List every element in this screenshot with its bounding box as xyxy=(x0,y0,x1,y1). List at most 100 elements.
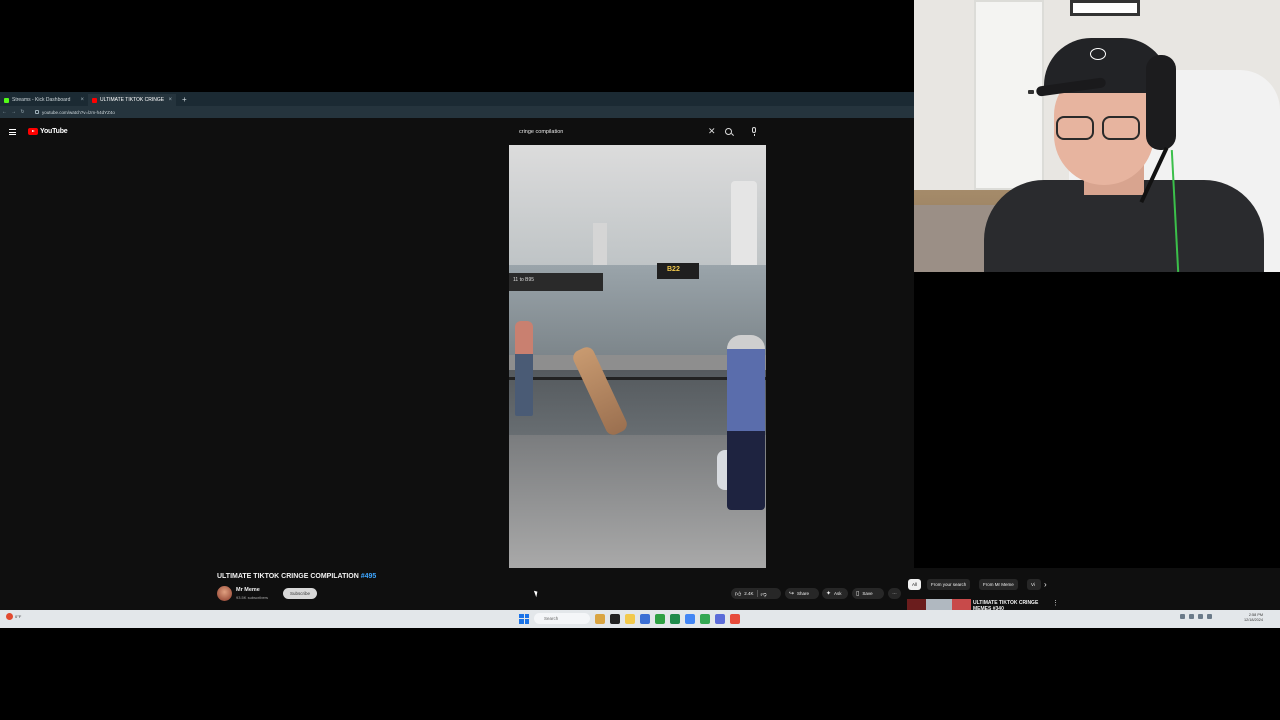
url-text: youtube.com/watch?v=lzm-h4dYZ4o xyxy=(42,109,115,115)
video-player[interactable]: 11 to B95 B22 xyxy=(509,145,766,568)
video-title-text: ULTIMATE TIKTOK CRINGE COMPILATION xyxy=(217,573,361,580)
webcam-door-knob xyxy=(1028,90,1034,94)
youtube-header: YouTube ✕ xyxy=(0,118,914,146)
clear-search-icon[interactable]: ✕ xyxy=(708,126,716,137)
video-frame-pillar xyxy=(731,181,757,271)
save-button[interactable]: ▯ Save xyxy=(852,588,884,599)
taskbar-search[interactable]: Search xyxy=(534,613,590,624)
menu-icon[interactable] xyxy=(9,129,16,135)
webcam-door xyxy=(974,0,1044,190)
ask-button[interactable]: ✦ Ask xyxy=(822,588,848,599)
tab-label: ULTIMATE TIKTOK CRINGE xyxy=(100,97,165,103)
weather-temp: 0°F xyxy=(15,614,22,619)
search-bar: ✕ xyxy=(519,124,756,140)
taskbar: 0°F Search 2:58 PM 12/18/2024 xyxy=(0,610,1280,628)
video-hashtag-link[interactable]: #495 xyxy=(361,573,377,580)
battery-icon[interactable] xyxy=(1207,614,1212,619)
forward-button[interactable]: → xyxy=(9,109,18,115)
like-count[interactable]: 2.4K xyxy=(744,591,753,596)
tab-youtube-video[interactable]: ULTIMATE TIKTOK CRINGE × xyxy=(88,94,176,106)
chip-all[interactable]: All xyxy=(908,579,922,590)
subscribe-button[interactable]: Subscribe xyxy=(283,588,317,599)
system-tray xyxy=(1180,614,1212,619)
tray-icon[interactable] xyxy=(1180,614,1185,619)
youtube-logo-text: YouTube xyxy=(40,128,68,135)
video-frame-sign-text: 11 to B95 xyxy=(513,277,535,283)
taskbar-clock[interactable]: 2:58 PM 12/18/2024 xyxy=(1244,613,1263,623)
chip-from-your-search[interactable]: From your search xyxy=(927,579,971,590)
taskbar-app-icon[interactable] xyxy=(685,613,695,624)
taskbar-app-icon[interactable] xyxy=(640,613,650,624)
ask-label: Ask xyxy=(834,591,842,596)
search-icon[interactable] xyxy=(725,128,732,135)
wifi-icon[interactable] xyxy=(1189,614,1194,619)
chevron-right-icon[interactable]: › xyxy=(1044,580,1047,589)
kick-favicon-icon xyxy=(4,97,9,103)
chip-more[interactable]: Vi xyxy=(1027,579,1041,590)
glasses-lens xyxy=(1102,116,1140,140)
weather-widget[interactable]: 0°F xyxy=(6,613,21,620)
volume-icon[interactable] xyxy=(1198,614,1203,619)
headset-icon xyxy=(1146,55,1176,150)
file-explorer-icon[interactable] xyxy=(625,613,635,624)
webcam-glasses xyxy=(1056,116,1146,140)
windows-start-icon[interactable] xyxy=(519,613,529,624)
new-tab-button[interactable]: + xyxy=(182,95,187,104)
share-icon: ↪ xyxy=(789,591,795,597)
youtube-logo[interactable]: YouTube xyxy=(28,128,68,135)
smiley-logo-icon xyxy=(1090,48,1106,60)
tab-label: Streams - Kick Dashboard xyxy=(12,97,71,103)
recommended-video-title[interactable]: ULTIMATE TIKTOK CRINGE MEMES #340 xyxy=(973,600,1043,610)
back-button[interactable]: ← xyxy=(0,109,9,115)
taskbar-apps: Search xyxy=(519,613,740,624)
search-input[interactable] xyxy=(519,129,699,135)
more-actions-button[interactable]: ··· xyxy=(888,588,901,599)
webcam-wall-frame xyxy=(1070,0,1140,16)
subscriber-count: 93.5K subscribers xyxy=(236,595,269,600)
mouse-cursor-icon xyxy=(533,589,540,598)
chip-from-channel[interactable]: From Mr Meme xyxy=(979,579,1018,590)
video-title: ULTIMATE TIKTOK CRINGE COMPILATION #495 xyxy=(217,573,376,580)
save-label: Save xyxy=(862,591,873,596)
video-frame-ceiling xyxy=(509,145,766,265)
tab-bar: Streams - Kick Dashboard × ULTIMATE TIKT… xyxy=(0,92,914,106)
close-tab-icon[interactable]: × xyxy=(80,97,84,103)
clock-date: 12/18/2024 xyxy=(1244,618,1264,622)
bookmark-icon: ▯ xyxy=(856,591,860,597)
url-field[interactable]: youtube.com/watch?v=lzm-h4dYZ4o xyxy=(35,108,115,117)
video-frame-gate-text: B22 xyxy=(667,266,680,273)
video-frame-person xyxy=(727,335,765,510)
taskbar-app-icon[interactable] xyxy=(655,613,665,624)
share-label: Share xyxy=(797,591,810,596)
share-button[interactable]: ↪ Share xyxy=(785,588,819,599)
site-info-icon[interactable] xyxy=(35,110,39,114)
thumbs-up-icon[interactable]: 👍︎ xyxy=(735,590,741,598)
youtube-favicon-icon xyxy=(92,97,97,103)
video-frame-person xyxy=(515,321,533,416)
video-info-bar: ULTIMATE TIKTOK CRINGE COMPILATION #495 … xyxy=(0,568,1280,610)
weather-icon xyxy=(6,613,13,620)
like-dislike-group: 👍︎ 2.4K 👎︎ xyxy=(731,588,781,599)
youtube-play-icon xyxy=(28,128,38,135)
kebab-menu-icon[interactable]: ⋮ xyxy=(1052,599,1059,607)
recommended-video-thumbnail[interactable] xyxy=(907,599,971,610)
taskbar-app-icon[interactable] xyxy=(730,613,740,624)
taskbar-app-icon[interactable] xyxy=(610,613,620,624)
microphone-icon[interactable] xyxy=(752,127,756,136)
channel-avatar[interactable] xyxy=(217,586,232,601)
sparkle-icon: ✦ xyxy=(826,591,832,597)
address-bar: ← → ↻ youtube.com/watch?v=lzm-h4dYZ4o xyxy=(0,106,914,118)
glasses-lens xyxy=(1056,116,1094,140)
webcam-overlay xyxy=(914,0,1280,272)
tab-kick-dashboard[interactable]: Streams - Kick Dashboard × xyxy=(0,94,88,106)
taskbar-app-icon[interactable] xyxy=(715,613,725,624)
reload-button[interactable]: ↻ xyxy=(18,109,27,115)
taskbar-app-icon[interactable] xyxy=(595,613,605,624)
xbox-icon[interactable] xyxy=(670,613,680,624)
chrome-icon[interactable] xyxy=(700,613,710,624)
thumbs-down-icon[interactable]: 👎︎ xyxy=(761,590,767,598)
channel-name[interactable]: Mr Meme xyxy=(236,587,260,593)
divider xyxy=(756,590,758,597)
browser-window: Streams - Kick Dashboard × ULTIMATE TIKT… xyxy=(0,92,914,568)
close-tab-icon[interactable]: × xyxy=(168,97,172,103)
